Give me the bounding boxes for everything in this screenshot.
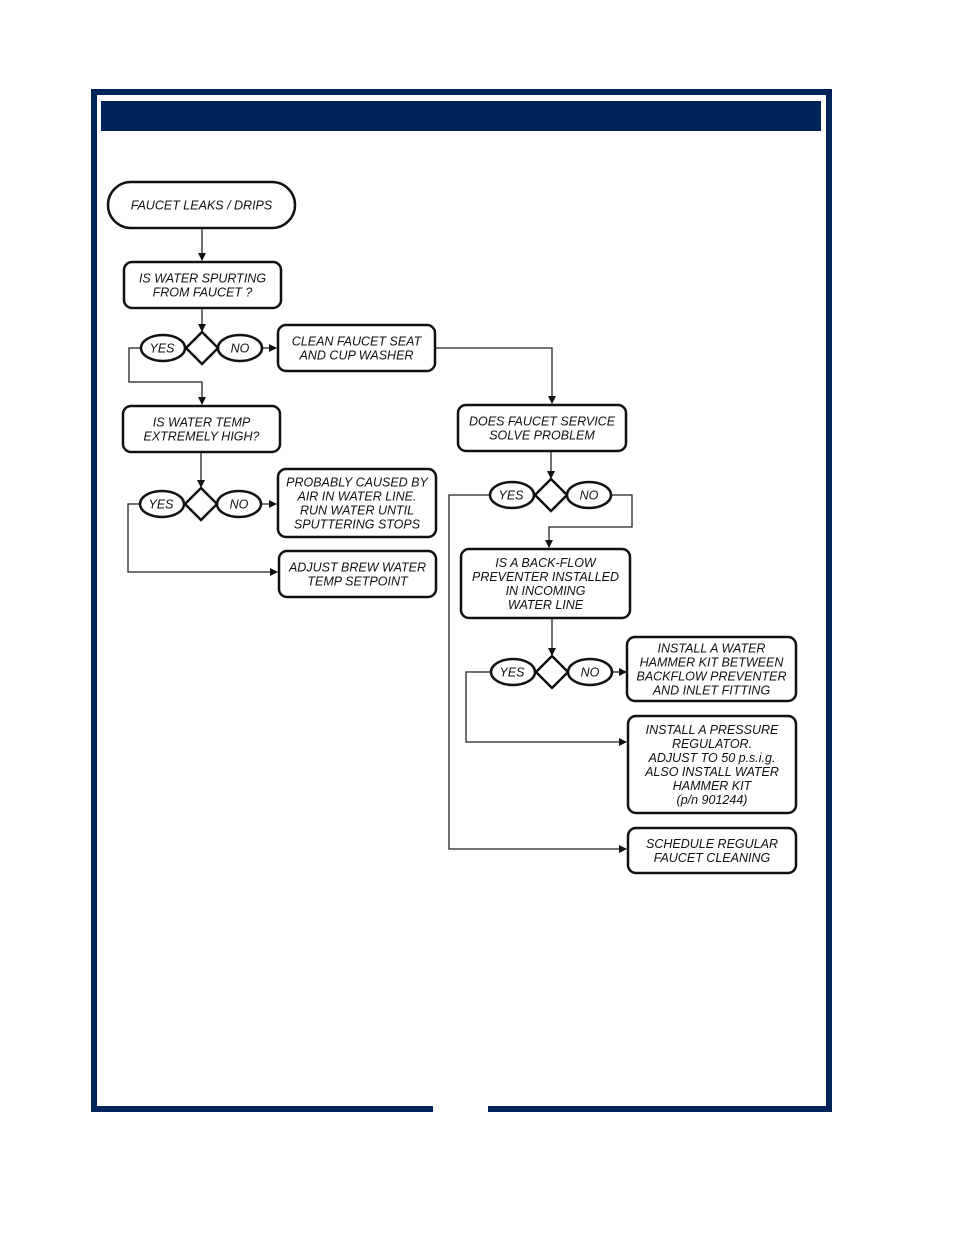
flow-node-q4-text: IN INCOMING (506, 584, 586, 598)
flow-node-a5-text: (p/n 901244) (677, 793, 748, 807)
flow-node-a5-text: INSTALL A PRESSURE (646, 723, 779, 737)
yes-label: YES (148, 498, 174, 512)
flow-node-a4-text: INSTALL A WATER (658, 642, 766, 656)
decision-d4: YES NO (489, 654, 614, 690)
flow-node-a1-text: AND CUP WASHER (299, 349, 414, 363)
flow-node-q4-text: PREVENTER INSTALLED (472, 570, 619, 584)
flow-node-a4-text: AND INLET FITTING (652, 684, 771, 698)
flow-node-start-text: FAUCET LEAKS / DRIPS (131, 199, 273, 213)
flow-node-a4-text: HAMMER KIT BETWEEN (640, 656, 785, 670)
decision-diamond (534, 654, 570, 690)
no-label: NO (581, 666, 600, 680)
flow-node-q2-text: EXTREMELY HIGH? (143, 430, 259, 444)
flow-node-q3-text: SOLVE PROBLEM (489, 429, 595, 443)
decision-diamond (533, 477, 569, 513)
decision-diamond (184, 330, 220, 366)
decision-d2: YES NO (138, 486, 263, 522)
flow-node-a4: INSTALL A WATERHAMMER KIT BETWEENBACKFLO… (625, 635, 798, 703)
decision-diamond (183, 486, 219, 522)
flow-node-a1: CLEAN FAUCET SEATAND CUP WASHER (276, 323, 437, 373)
flow-node-a4-text: BACKFLOW PREVENTER (636, 670, 786, 684)
yes-label: YES (499, 666, 525, 680)
flow-node-a2-text: RUN WATER UNTIL (300, 504, 414, 518)
no-label: NO (231, 342, 250, 356)
flow-node-q3: DOES FAUCET SERVICESOLVE PROBLEM (456, 403, 628, 453)
yes-label: YES (149, 342, 175, 356)
flow-node-q2-text: IS WATER TEMP (153, 416, 251, 430)
flow-node-a5-text: ALSO INSTALL WATER (644, 765, 779, 779)
flowchart: FAUCET LEAKS / DRIPS IS WATER SPURTINGFRO… (106, 180, 798, 875)
flow-node-a3-text: ADJUST BREW WATER (288, 561, 426, 575)
flow-node-a6-text: FAUCET CLEANING (654, 851, 771, 865)
flow-node-q1-text: FROM FAUCET ? (153, 286, 253, 300)
flow-node-a2-text: AIR IN WATER LINE. (296, 490, 416, 504)
flow-node-q4: IS A BACK-FLOWPREVENTER INSTALLEDIN INCO… (459, 547, 632, 620)
flow-node-q4-text: WATER LINE (508, 598, 584, 612)
decision-d3: YES NO (488, 477, 613, 513)
flow-node-a6: SCHEDULE REGULARFAUCET CLEANING (626, 826, 798, 875)
flow-node-a5: INSTALL A PRESSUREREGULATOR.ADJUST TO 50… (626, 714, 798, 815)
no-label: NO (230, 498, 249, 512)
flow-node-a5-text: REGULATOR. (672, 737, 752, 751)
flow-node-a5-text: HAMMER KIT (673, 779, 753, 793)
flow-node-a2: PROBABLY CAUSED BYAIR IN WATER LINE.RUN … (276, 467, 438, 539)
flow-node-q3-text: DOES FAUCET SERVICE (469, 415, 616, 429)
flow-node-q4-text: IS A BACK-FLOW (495, 556, 597, 570)
flow-node-a3-text: TEMP SETPOINT (307, 575, 409, 589)
yes-label: YES (498, 489, 524, 503)
flow-node-q2: IS WATER TEMPEXTREMELY HIGH? (121, 404, 282, 454)
connector-a1-q3 (435, 347, 556, 404)
flow-node-a2-text: SPUTTERING STOPS (294, 518, 421, 532)
flow-node-a1-text: CLEAN FAUCET SEAT (292, 335, 423, 349)
no-label: NO (580, 489, 599, 503)
flow-node-q1: IS WATER SPURTINGFROM FAUCET ? (122, 260, 283, 310)
decision-d1: YES NO (139, 330, 264, 366)
flow-node-a2-text: PROBABLY CAUSED BY (286, 476, 429, 490)
flow-node-a5-text: ADJUST TO 50 p.s.i.g. (648, 751, 776, 765)
flow-node-a3: ADJUST BREW WATERTEMP SETPOINT (277, 549, 438, 599)
flow-node-q1-text: IS WATER SPURTING (139, 272, 266, 286)
flow-node-a6-text: SCHEDULE REGULAR (646, 837, 778, 851)
flow-node-start: FAUCET LEAKS / DRIPS (106, 180, 297, 230)
